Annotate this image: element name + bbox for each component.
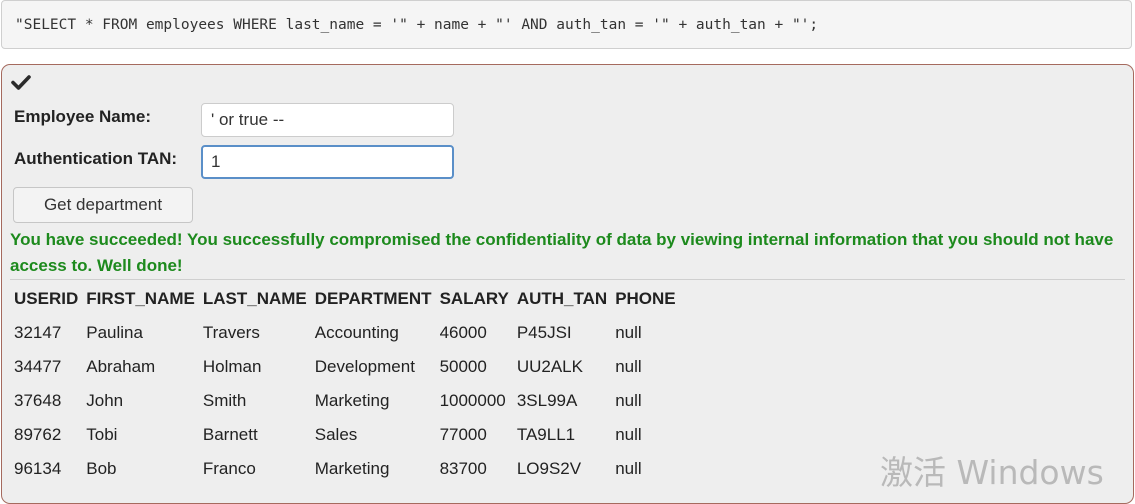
column-header: LAST_NAME bbox=[202, 289, 307, 308]
sql-query-display: "SELECT * FROM employees WHERE last_name… bbox=[1, 0, 1132, 49]
success-message: You have succeeded! You successfully com… bbox=[10, 230, 1114, 275]
table-cell: 46000 bbox=[439, 323, 487, 342]
auth-tan-input[interactable] bbox=[201, 145, 454, 179]
table-cell: Holman bbox=[202, 357, 262, 376]
table-cell: Sales bbox=[314, 425, 358, 444]
employees-table: USERID FIRST_NAME LAST_NAME DEPARTMENT S… bbox=[10, 282, 680, 486]
table-cell: 50000 bbox=[439, 357, 487, 376]
lesson-form-panel: Employee Name: Authentication TAN: Get d… bbox=[1, 64, 1134, 504]
table-cell: 3SL99A bbox=[516, 391, 578, 410]
table-cell: UU2ALK bbox=[516, 357, 583, 376]
table-cell: Marketing bbox=[314, 459, 390, 478]
table-cell: 1000000 bbox=[439, 391, 506, 410]
table-cell: 34477 bbox=[14, 357, 62, 376]
table-cell: John bbox=[86, 391, 124, 410]
column-header: DEPARTMENT bbox=[314, 289, 432, 308]
table-cell: null bbox=[615, 323, 642, 342]
column-header: AUTH_TAN bbox=[516, 289, 608, 308]
table-row: 37648 John Smith Marketing 1000000 3SL99… bbox=[10, 384, 680, 418]
table-cell: 77000 bbox=[439, 425, 487, 444]
column-header: FIRST_NAME bbox=[86, 289, 195, 308]
table-cell: Travers bbox=[202, 323, 260, 342]
table-cell: TA9LL1 bbox=[516, 425, 576, 444]
table-row: 96134 Bob Franco Marketing 83700 LO9S2V … bbox=[10, 452, 680, 486]
table-cell: null bbox=[615, 391, 642, 410]
employee-name-input[interactable] bbox=[201, 103, 454, 137]
table-cell: Bob bbox=[86, 459, 117, 478]
table-row: 34477 Abraham Holman Development 50000 U… bbox=[10, 350, 680, 384]
table-cell: Abraham bbox=[86, 357, 156, 376]
table-header-row: USERID FIRST_NAME LAST_NAME DEPARTMENT S… bbox=[10, 282, 680, 316]
table-cell: P45JSI bbox=[516, 323, 572, 342]
table-cell: null bbox=[615, 459, 642, 478]
table-cell: Barnett bbox=[202, 425, 258, 444]
column-header: PHONE bbox=[615, 289, 676, 308]
auth-tan-label: Authentication TAN: bbox=[14, 149, 178, 168]
get-department-button[interactable]: Get department bbox=[13, 187, 193, 223]
column-header: USERID bbox=[14, 289, 79, 308]
divider bbox=[10, 279, 1125, 280]
table-cell: 89762 bbox=[14, 425, 62, 444]
table-cell: Marketing bbox=[314, 391, 390, 410]
table-cell: null bbox=[615, 425, 642, 444]
employee-name-label: Employee Name: bbox=[14, 107, 151, 126]
table-cell: LO9S2V bbox=[516, 459, 582, 478]
table-cell: Development bbox=[314, 357, 415, 376]
windows-activation-watermark: 激活 Windows bbox=[880, 453, 1104, 492]
table-cell: Tobi bbox=[86, 425, 118, 444]
table-row: 89762 Tobi Barnett Sales 77000 TA9LL1 nu… bbox=[10, 418, 680, 452]
checkmark-icon bbox=[11, 75, 31, 90]
table-cell: 37648 bbox=[14, 391, 62, 410]
table-cell: 32147 bbox=[14, 323, 62, 342]
table-cell: Paulina bbox=[86, 323, 143, 342]
table-cell: Franco bbox=[202, 459, 256, 478]
table-cell: Smith bbox=[202, 391, 247, 410]
table-cell: Accounting bbox=[314, 323, 399, 342]
table-row: 32147 Paulina Travers Accounting 46000 P… bbox=[10, 316, 680, 350]
table-cell: 96134 bbox=[14, 459, 62, 478]
column-header: SALARY bbox=[439, 289, 509, 308]
table-cell: null bbox=[615, 357, 642, 376]
table-cell: 83700 bbox=[439, 459, 487, 478]
